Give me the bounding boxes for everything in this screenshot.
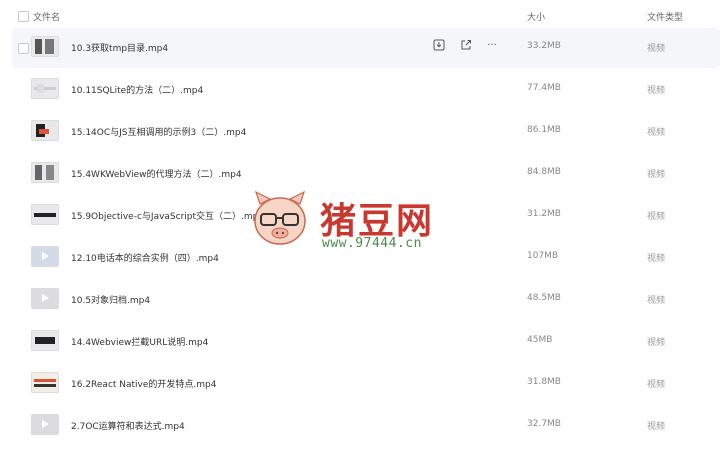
column-header-name[interactable]: 文件名: [33, 10, 60, 23]
file-size: 45MB: [527, 335, 553, 345]
video-thumbnail: [31, 120, 59, 141]
file-name[interactable]: 16.2React Native的开发特点.mp4: [71, 377, 217, 390]
file-name[interactable]: 15.14OC与JS互相调用的示例3（二）.mp4: [71, 125, 246, 138]
watermark: 猪豆网 www.97444.cn: [250, 190, 470, 260]
file-type: 视频: [647, 380, 666, 390]
file-size: 31.2MB: [527, 209, 561, 219]
file-size: 84.8MB: [527, 167, 561, 177]
more-icon[interactable]: ···: [485, 39, 499, 53]
video-thumbnail: [31, 288, 59, 309]
file-name[interactable]: 2.7OC运算符和表达式.mp4: [71, 419, 185, 432]
file-size: 33.2MB: [527, 41, 561, 51]
file-name[interactable]: 10.3获取tmp目录.mp4: [71, 41, 168, 54]
video-thumbnail: [31, 78, 59, 99]
file-size: 31.8MB: [527, 377, 561, 387]
watermark-url: www.97444.cn: [322, 236, 422, 251]
file-row[interactable]: 10.3获取tmp目录.mp4 ··· 33.2MB 视频: [12, 28, 720, 68]
play-icon: [42, 252, 49, 260]
file-type: 视频: [647, 86, 666, 96]
file-size: 77.4MB: [527, 83, 561, 93]
file-row[interactable]: 16.2React Native的开发特点.mp4 31.8MB 视频: [12, 364, 720, 404]
select-all-checkbox[interactable]: [18, 11, 29, 22]
video-thumbnail: [31, 204, 59, 225]
file-type: 视频: [647, 44, 666, 54]
pig-logo-icon: [254, 190, 306, 245]
file-type: 视频: [647, 296, 666, 306]
video-thumbnail: [31, 36, 59, 57]
row-actions: ···: [432, 39, 512, 55]
file-row[interactable]: 14.4Webview拦截URL说明.mp4 45MB 视频: [12, 322, 720, 362]
download-icon[interactable]: [432, 39, 446, 53]
share-icon[interactable]: [459, 39, 473, 53]
file-name[interactable]: 14.4Webview拦截URL说明.mp4: [71, 335, 208, 348]
file-name[interactable]: 10.5对象归档.mp4: [71, 293, 150, 306]
file-type: 视频: [647, 338, 666, 348]
file-type: 视频: [647, 254, 666, 264]
row-checkbox[interactable]: [18, 43, 29, 54]
file-row[interactable]: 10.5对象归档.mp4 48.5MB 视频: [12, 280, 720, 320]
column-header-size[interactable]: 大小: [527, 10, 545, 23]
play-icon: [42, 294, 49, 302]
file-type: 视频: [647, 128, 666, 138]
file-row[interactable]: 15.4WKWebView的代理方法（二）.mp4 84.8MB 视频: [12, 154, 720, 194]
play-icon: [42, 420, 49, 428]
video-thumbnail: [31, 372, 59, 393]
file-type: 视频: [647, 422, 666, 432]
file-row[interactable]: 10.11SQLite的方法（二）.mp4 77.4MB 视频: [12, 70, 720, 110]
file-name[interactable]: 15.9Objective-c与JavaScript交互（二）.mp4: [71, 209, 264, 222]
file-name[interactable]: 15.4WKWebView的代理方法（二）.mp4: [71, 167, 242, 180]
file-row[interactable]: 2.7OC运算符和表达式.mp4 32.7MB 视频: [12, 406, 720, 446]
file-type: 视频: [647, 212, 666, 222]
video-thumbnail: [31, 414, 59, 435]
file-row[interactable]: 15.14OC与JS互相调用的示例3（二）.mp4 86.1MB 视频: [12, 112, 720, 152]
file-name[interactable]: 12.10电话本的综合实例（四）.mp4: [71, 251, 219, 264]
file-size: 32.7MB: [527, 419, 561, 429]
file-size: 86.1MB: [527, 125, 561, 135]
file-size: 107MB: [527, 251, 559, 261]
file-type: 视频: [647, 170, 666, 180]
video-thumbnail: [31, 330, 59, 351]
video-thumbnail: [31, 246, 59, 267]
column-header-type[interactable]: 文件类型: [647, 10, 683, 23]
video-thumbnail: [31, 162, 59, 183]
file-name[interactable]: 10.11SQLite的方法（二）.mp4: [71, 83, 203, 96]
file-size: 48.5MB: [527, 293, 561, 303]
